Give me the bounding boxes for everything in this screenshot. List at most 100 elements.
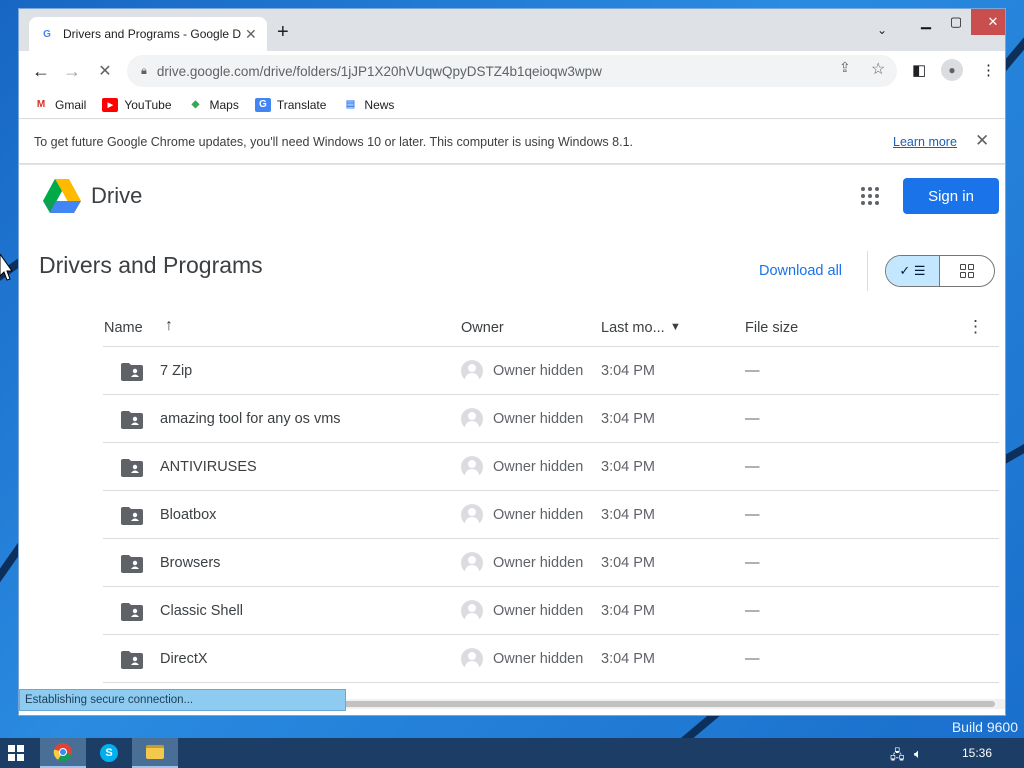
menu-kebab-icon[interactable]: ⋮ bbox=[981, 61, 996, 79]
stop-loading-button[interactable]: ✕ bbox=[93, 59, 117, 83]
file-name: Classic Shell bbox=[160, 603, 243, 619]
bookmark-translate[interactable]: G Translate bbox=[254, 97, 327, 112]
maximize-button[interactable]: ▢ bbox=[941, 9, 971, 35]
drive-favicon-icon: G bbox=[43, 28, 51, 40]
file-name: ANTIVIRUSES bbox=[160, 459, 257, 475]
size-text: — bbox=[745, 651, 760, 667]
download-all-button[interactable]: Download all bbox=[759, 263, 842, 279]
modified-text: 3:04 PM bbox=[601, 411, 655, 427]
modified-text: 3:04 PM bbox=[601, 603, 655, 619]
table-row[interactable]: Bloatbox Owner hidden 3:04 PM — bbox=[103, 491, 999, 539]
mouse-cursor-icon bbox=[0, 254, 12, 281]
taskbar: S 🖧︎ 🔈︎ 15:36 bbox=[0, 738, 1024, 768]
shared-folder-icon bbox=[121, 555, 143, 573]
column-last-modified[interactable]: Last mo... bbox=[601, 320, 665, 336]
modified-text: 3:04 PM bbox=[601, 507, 655, 523]
owner-avatar-icon bbox=[461, 648, 483, 670]
more-options-icon[interactable]: ⋮ bbox=[967, 317, 984, 337]
column-owner[interactable]: Owner bbox=[461, 320, 504, 336]
taskbar-file-explorer[interactable] bbox=[132, 738, 178, 768]
owner-text: Owner hidden bbox=[493, 411, 584, 427]
grid-view-button[interactable] bbox=[940, 256, 994, 286]
grid-icon bbox=[960, 264, 974, 278]
sort-dropdown-icon[interactable]: ▼ bbox=[670, 321, 681, 333]
table-row[interactable]: Browsers Owner hidden 3:04 PM — bbox=[103, 539, 999, 587]
new-tab-button[interactable]: + bbox=[277, 21, 289, 44]
modified-text: 3:04 PM bbox=[601, 459, 655, 475]
share-icon[interactable]: ⇪ bbox=[839, 59, 851, 76]
shared-folder-icon bbox=[121, 363, 143, 381]
windows-start-icon[interactable] bbox=[8, 745, 24, 761]
browser-tab[interactable]: G Drivers and Programs - Google Drive ✕ bbox=[29, 17, 267, 51]
table-row[interactable]: Classic Shell Owner hidden 3:04 PM — bbox=[103, 587, 999, 635]
column-name[interactable]: Name bbox=[104, 320, 143, 336]
owner-text: Owner hidden bbox=[493, 507, 584, 523]
learn-more-link[interactable]: Learn more bbox=[893, 135, 957, 149]
maps-icon: ◆ bbox=[191, 99, 200, 110]
gmail-icon: M bbox=[36, 99, 46, 110]
shared-folder-icon bbox=[121, 651, 143, 669]
list-view-button[interactable]: ✓ ☰ bbox=[886, 256, 941, 286]
address-bar[interactable]: 🔒︎ drive.google.com/drive/folders/1jJP1X… bbox=[127, 55, 897, 87]
bookmark-youtube[interactable]: ▶ YouTube bbox=[102, 97, 172, 112]
bookmark-news[interactable]: ▤ News bbox=[342, 98, 395, 112]
volume-muted-icon[interactable]: 🔈︎ bbox=[914, 746, 922, 762]
owner-text: Owner hidden bbox=[493, 555, 584, 571]
drive-logo-text: Drive bbox=[91, 183, 143, 208]
taskbar-skype[interactable]: S bbox=[86, 738, 132, 768]
bookmark-star-icon[interactable]: ☆ bbox=[871, 59, 885, 79]
taskbar-clock[interactable]: 15:36 bbox=[962, 746, 992, 760]
size-text: — bbox=[745, 411, 760, 427]
lock-icon: 🔒︎ bbox=[141, 64, 147, 77]
table-row[interactable]: 7 Zip Owner hidden 3:04 PM — bbox=[103, 347, 999, 395]
owner-avatar-icon bbox=[461, 504, 483, 526]
file-name: DirectX bbox=[160, 651, 208, 667]
table-header: Name ↑ Owner Last mo... ▼ File size ⋮ bbox=[103, 305, 999, 347]
infobar-message: To get future Google Chrome updates, you… bbox=[34, 134, 633, 149]
owner-avatar-icon bbox=[461, 456, 483, 478]
forward-button[interactable]: → bbox=[60, 59, 84, 83]
file-name: Browsers bbox=[160, 555, 221, 571]
file-name: amazing tool for any os vms bbox=[160, 411, 341, 427]
bookmark-label: YouTube bbox=[124, 97, 172, 112]
file-name: 7 Zip bbox=[160, 363, 193, 379]
bookmark-maps[interactable]: ◆ Maps bbox=[188, 98, 239, 112]
owner-avatar-icon bbox=[461, 552, 483, 574]
taskbar-chrome[interactable] bbox=[40, 738, 86, 768]
build-label: Build 9600 bbox=[951, 719, 1018, 735]
table-row[interactable]: DirectX Owner hidden 3:04 PM — bbox=[103, 635, 999, 683]
page-title: Drivers and Programs bbox=[39, 252, 263, 278]
tab-close-icon[interactable]: ✕ bbox=[245, 26, 257, 43]
view-toggle: ✓ ☰ bbox=[885, 255, 995, 287]
skype-icon: S bbox=[100, 744, 118, 762]
side-panel-icon[interactable]: ◧ bbox=[912, 61, 926, 79]
close-window-button[interactable]: ✕ bbox=[971, 9, 1005, 35]
bookmark-label: Maps bbox=[209, 97, 239, 112]
table-row[interactable]: ANTIVIRUSES Owner hidden 3:04 PM — bbox=[103, 443, 999, 491]
column-file-size[interactable]: File size bbox=[745, 320, 798, 336]
sign-in-button[interactable]: Sign in bbox=[903, 178, 999, 214]
file-list: Name ↑ Owner Last mo... ▼ File size ⋮ 7 … bbox=[103, 305, 999, 683]
owner-text: Owner hidden bbox=[493, 651, 584, 667]
status-bubble: Establishing secure connection... bbox=[19, 689, 346, 711]
owner-text: Owner hidden bbox=[493, 603, 584, 619]
google-drive-logo-icon bbox=[43, 179, 81, 213]
file-name: Bloatbox bbox=[160, 507, 217, 523]
network-icon[interactable]: 🖧︎ bbox=[890, 746, 905, 768]
bookmark-label: Translate bbox=[276, 97, 327, 112]
table-row[interactable]: amazing tool for any os vms Owner hidden… bbox=[103, 395, 999, 443]
bookmark-gmail[interactable]: M Gmail bbox=[33, 98, 87, 112]
chrome-icon bbox=[53, 743, 72, 762]
translate-icon: G bbox=[254, 97, 271, 112]
infobar-close-icon[interactable]: ✕ bbox=[975, 131, 989, 151]
google-apps-icon[interactable] bbox=[861, 187, 879, 205]
sort-arrow-up-icon[interactable]: ↑ bbox=[165, 317, 173, 335]
minimize-button[interactable]: ▁ bbox=[911, 9, 941, 35]
size-text: — bbox=[745, 603, 760, 619]
size-text: — bbox=[745, 507, 760, 523]
owner-avatar-icon bbox=[461, 600, 483, 622]
back-button[interactable]: ← bbox=[29, 59, 53, 83]
tab-search-icon[interactable]: ⌄ bbox=[877, 23, 887, 37]
profile-avatar-icon[interactable]: ● bbox=[941, 59, 963, 81]
toolbar: ← → ✕ 🔒︎ drive.google.com/drive/folders/… bbox=[19, 51, 1005, 91]
